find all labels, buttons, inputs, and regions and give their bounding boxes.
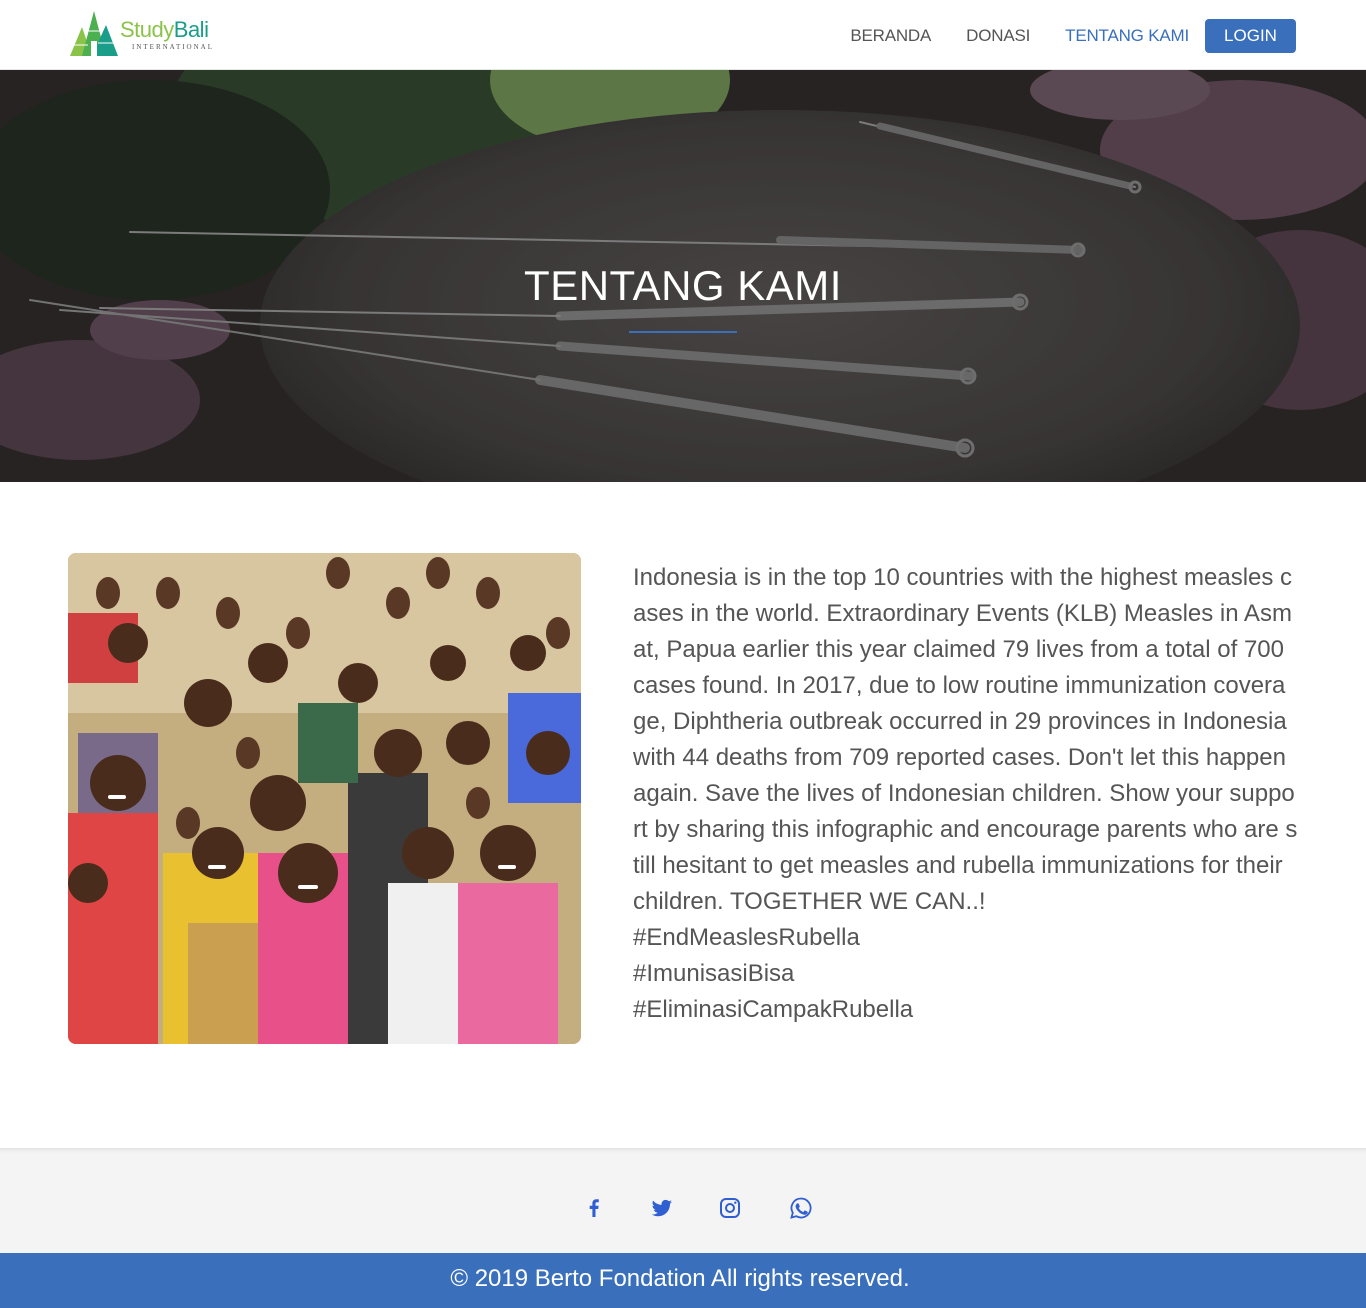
nav-menu: BERANDA DONASI TENTANG KAMI LOGIN (815, 19, 1296, 53)
social-links-bar (0, 1148, 1366, 1253)
hashtag: #EliminasiCampakRubella (633, 996, 914, 1023)
nav-item-tentang-kami[interactable]: TENTANG KAMI (1065, 19, 1189, 53)
twitter-icon[interactable] (650, 1196, 674, 1220)
footer: © 2019 Berto Fondation All rights reserv… (0, 1253, 1366, 1308)
about-paragraph: Indonesia is in the top 10 countries wit… (633, 564, 1298, 915)
logo-text: StudyBali (120, 17, 209, 43)
logo[interactable]: StudyBali INTERNATIONAL (68, 9, 228, 59)
login-button[interactable]: LOGIN (1205, 19, 1296, 53)
logo-temple-icon (70, 11, 118, 56)
instagram-icon[interactable] (718, 1196, 742, 1220)
page-title: TENTANG KAMI (524, 262, 842, 309)
title-underline (629, 331, 737, 333)
logo-subtitle: INTERNATIONAL (132, 43, 214, 51)
navbar: StudyBali INTERNATIONAL BERANDA DONASI T… (0, 0, 1366, 70)
about-description: Indonesia is in the top 10 countries wit… (633, 560, 1298, 1028)
logo-text-bali: Bali (173, 17, 209, 42)
copyright-text: © 2019 Berto Fondation All rights reserv… (450, 1265, 910, 1292)
facebook-icon[interactable] (582, 1196, 606, 1220)
hashtag: #EndMeaslesRubella (633, 924, 860, 951)
children-photo-image (68, 553, 581, 1044)
nav-item-beranda[interactable]: BERANDA (850, 19, 931, 53)
hashtag: #ImunisasiBisa (633, 960, 795, 987)
nav-item-donasi[interactable]: DONASI (966, 19, 1030, 53)
logo-text-study: Study (120, 17, 174, 42)
whatsapp-icon[interactable] (789, 1196, 813, 1220)
children-photo (68, 553, 581, 1044)
hero-banner: TENTANG KAMI (0, 70, 1366, 482)
